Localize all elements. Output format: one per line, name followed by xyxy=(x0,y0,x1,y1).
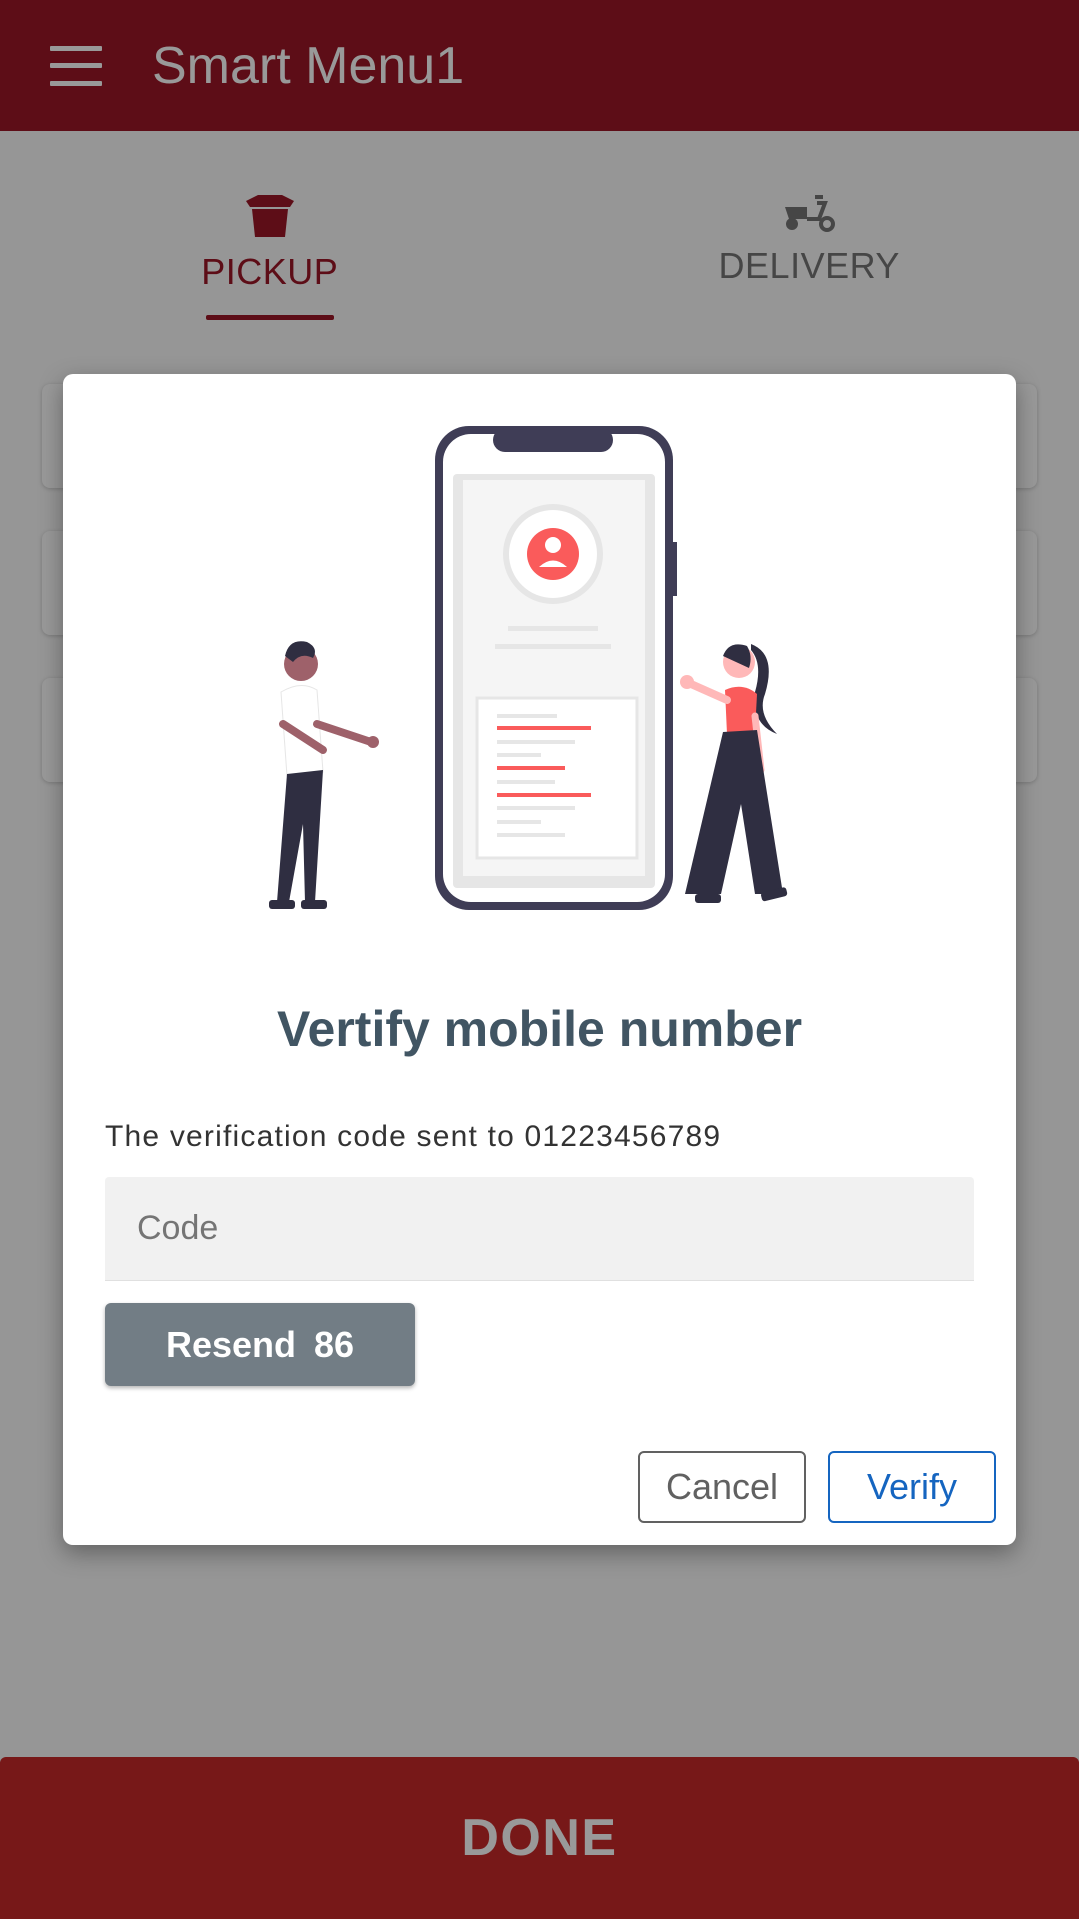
verify-phone-illustration xyxy=(269,426,788,910)
verify-mobile-dialog: Vertify mobile number The verification c… xyxy=(63,374,1016,1545)
verification-code-input[interactable] xyxy=(105,1177,974,1281)
verify-button[interactable]: Verify xyxy=(828,1451,996,1523)
verification-message: The verification code sent to 0122345678… xyxy=(105,1120,722,1153)
resend-button[interactable]: Resend 86 xyxy=(105,1303,415,1386)
cancel-button[interactable]: Cancel xyxy=(638,1451,806,1523)
dialog-title: Vertify mobile number xyxy=(276,1001,803,1057)
resend-label: Resend xyxy=(165,1323,296,1365)
resend-countdown: 86 xyxy=(314,1323,355,1365)
